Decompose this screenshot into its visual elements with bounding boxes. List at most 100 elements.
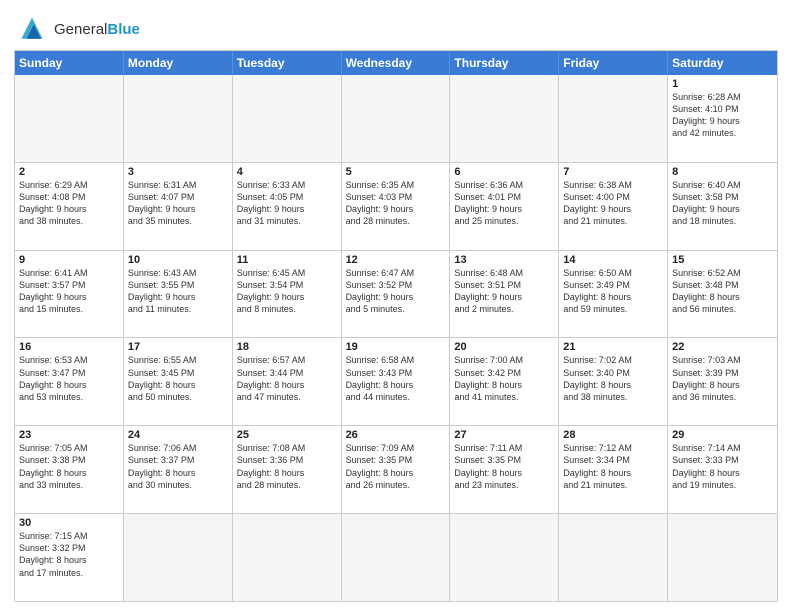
calendar-cell <box>668 514 777 601</box>
day-info: Sunrise: 7:14 AM Sunset: 3:33 PM Dayligh… <box>672 442 773 491</box>
day-number: 13 <box>454 254 554 266</box>
calendar-cell: 16Sunrise: 6:53 AM Sunset: 3:47 PM Dayli… <box>15 338 124 425</box>
calendar-cell: 11Sunrise: 6:45 AM Sunset: 3:54 PM Dayli… <box>233 251 342 338</box>
day-info: Sunrise: 7:12 AM Sunset: 3:34 PM Dayligh… <box>563 442 663 491</box>
calendar-week-2: 2Sunrise: 6:29 AM Sunset: 4:08 PM Daylig… <box>15 162 777 250</box>
calendar-cell: 3Sunrise: 6:31 AM Sunset: 4:07 PM Daylig… <box>124 163 233 250</box>
day-info: Sunrise: 6:41 AM Sunset: 3:57 PM Dayligh… <box>19 267 119 316</box>
calendar-cell <box>342 514 451 601</box>
day-number: 15 <box>672 254 773 266</box>
day-info: Sunrise: 6:38 AM Sunset: 4:00 PM Dayligh… <box>563 179 663 228</box>
day-info: Sunrise: 6:50 AM Sunset: 3:49 PM Dayligh… <box>563 267 663 316</box>
day-number: 30 <box>19 517 119 529</box>
calendar-cell: 27Sunrise: 7:11 AM Sunset: 3:35 PM Dayli… <box>450 426 559 513</box>
day-number: 11 <box>237 254 337 266</box>
day-number: 4 <box>237 166 337 178</box>
day-number: 26 <box>346 429 446 441</box>
header-thursday: Thursday <box>450 51 559 75</box>
day-info: Sunrise: 6:36 AM Sunset: 4:01 PM Dayligh… <box>454 179 554 228</box>
day-number: 5 <box>346 166 446 178</box>
calendar-cell: 18Sunrise: 6:57 AM Sunset: 3:44 PM Dayli… <box>233 338 342 425</box>
day-info: Sunrise: 6:33 AM Sunset: 4:05 PM Dayligh… <box>237 179 337 228</box>
calendar-cell: 19Sunrise: 6:58 AM Sunset: 3:43 PM Dayli… <box>342 338 451 425</box>
day-info: Sunrise: 6:48 AM Sunset: 3:51 PM Dayligh… <box>454 267 554 316</box>
calendar-cell: 25Sunrise: 7:08 AM Sunset: 3:36 PM Dayli… <box>233 426 342 513</box>
day-number: 22 <box>672 341 773 353</box>
logo-text: GeneralBlue <box>54 21 140 38</box>
day-number: 18 <box>237 341 337 353</box>
calendar-cell: 22Sunrise: 7:03 AM Sunset: 3:39 PM Dayli… <box>668 338 777 425</box>
calendar-cell: 23Sunrise: 7:05 AM Sunset: 3:38 PM Dayli… <box>15 426 124 513</box>
day-info: Sunrise: 6:29 AM Sunset: 4:08 PM Dayligh… <box>19 179 119 228</box>
header-tuesday: Tuesday <box>233 51 342 75</box>
calendar: Sunday Monday Tuesday Wednesday Thursday… <box>14 50 778 602</box>
header-saturday: Saturday <box>668 51 777 75</box>
calendar-cell: 9Sunrise: 6:41 AM Sunset: 3:57 PM Daylig… <box>15 251 124 338</box>
calendar-cell: 21Sunrise: 7:02 AM Sunset: 3:40 PM Dayli… <box>559 338 668 425</box>
calendar-week-5: 23Sunrise: 7:05 AM Sunset: 3:38 PM Dayli… <box>15 425 777 513</box>
calendar-cell: 30Sunrise: 7:15 AM Sunset: 3:32 PM Dayli… <box>15 514 124 601</box>
day-info: Sunrise: 6:28 AM Sunset: 4:10 PM Dayligh… <box>672 91 773 140</box>
day-info: Sunrise: 6:55 AM Sunset: 3:45 PM Dayligh… <box>128 354 228 403</box>
day-number: 29 <box>672 429 773 441</box>
calendar-cell <box>124 514 233 601</box>
header: GeneralBlue <box>14 10 778 44</box>
day-number: 6 <box>454 166 554 178</box>
day-number: 12 <box>346 254 446 266</box>
calendar-cell: 12Sunrise: 6:47 AM Sunset: 3:52 PM Dayli… <box>342 251 451 338</box>
generalblue-logo-icon <box>14 14 50 44</box>
day-info: Sunrise: 6:35 AM Sunset: 4:03 PM Dayligh… <box>346 179 446 228</box>
day-number: 14 <box>563 254 663 266</box>
day-info: Sunrise: 6:47 AM Sunset: 3:52 PM Dayligh… <box>346 267 446 316</box>
calendar-cell <box>233 514 342 601</box>
day-info: Sunrise: 7:08 AM Sunset: 3:36 PM Dayligh… <box>237 442 337 491</box>
day-number: 21 <box>563 341 663 353</box>
logo: GeneralBlue <box>14 14 140 44</box>
calendar-cell: 6Sunrise: 6:36 AM Sunset: 4:01 PM Daylig… <box>450 163 559 250</box>
header-friday: Friday <box>559 51 668 75</box>
header-sunday: Sunday <box>15 51 124 75</box>
calendar-cell <box>233 75 342 162</box>
day-number: 25 <box>237 429 337 441</box>
day-info: Sunrise: 7:15 AM Sunset: 3:32 PM Dayligh… <box>19 530 119 579</box>
day-info: Sunrise: 7:06 AM Sunset: 3:37 PM Dayligh… <box>128 442 228 491</box>
day-info: Sunrise: 6:57 AM Sunset: 3:44 PM Dayligh… <box>237 354 337 403</box>
calendar-cell: 17Sunrise: 6:55 AM Sunset: 3:45 PM Dayli… <box>124 338 233 425</box>
calendar-cell: 15Sunrise: 6:52 AM Sunset: 3:48 PM Dayli… <box>668 251 777 338</box>
header-monday: Monday <box>124 51 233 75</box>
calendar-cell: 26Sunrise: 7:09 AM Sunset: 3:35 PM Dayli… <box>342 426 451 513</box>
calendar-cell: 24Sunrise: 7:06 AM Sunset: 3:37 PM Dayli… <box>124 426 233 513</box>
calendar-cell: 20Sunrise: 7:00 AM Sunset: 3:42 PM Dayli… <box>450 338 559 425</box>
calendar-week-4: 16Sunrise: 6:53 AM Sunset: 3:47 PM Dayli… <box>15 337 777 425</box>
calendar-week-1: 1Sunrise: 6:28 AM Sunset: 4:10 PM Daylig… <box>15 75 777 162</box>
calendar-cell: 7Sunrise: 6:38 AM Sunset: 4:00 PM Daylig… <box>559 163 668 250</box>
day-info: Sunrise: 6:58 AM Sunset: 3:43 PM Dayligh… <box>346 354 446 403</box>
calendar-cell <box>124 75 233 162</box>
calendar-cell <box>559 75 668 162</box>
day-info: Sunrise: 7:11 AM Sunset: 3:35 PM Dayligh… <box>454 442 554 491</box>
day-number: 7 <box>563 166 663 178</box>
calendar-cell <box>450 514 559 601</box>
page: GeneralBlue Sunday Monday Tuesday Wednes… <box>0 0 792 612</box>
day-number: 27 <box>454 429 554 441</box>
header-wednesday: Wednesday <box>342 51 451 75</box>
day-info: Sunrise: 7:03 AM Sunset: 3:39 PM Dayligh… <box>672 354 773 403</box>
day-number: 17 <box>128 341 228 353</box>
day-number: 20 <box>454 341 554 353</box>
day-info: Sunrise: 6:52 AM Sunset: 3:48 PM Dayligh… <box>672 267 773 316</box>
calendar-cell: 5Sunrise: 6:35 AM Sunset: 4:03 PM Daylig… <box>342 163 451 250</box>
day-number: 9 <box>19 254 119 266</box>
calendar-cell <box>450 75 559 162</box>
day-info: Sunrise: 6:43 AM Sunset: 3:55 PM Dayligh… <box>128 267 228 316</box>
day-number: 3 <box>128 166 228 178</box>
calendar-cell: 14Sunrise: 6:50 AM Sunset: 3:49 PM Dayli… <box>559 251 668 338</box>
calendar-body: 1Sunrise: 6:28 AM Sunset: 4:10 PM Daylig… <box>15 75 777 601</box>
calendar-cell: 1Sunrise: 6:28 AM Sunset: 4:10 PM Daylig… <box>668 75 777 162</box>
day-info: Sunrise: 7:05 AM Sunset: 3:38 PM Dayligh… <box>19 442 119 491</box>
day-info: Sunrise: 7:00 AM Sunset: 3:42 PM Dayligh… <box>454 354 554 403</box>
day-info: Sunrise: 6:45 AM Sunset: 3:54 PM Dayligh… <box>237 267 337 316</box>
calendar-cell: 28Sunrise: 7:12 AM Sunset: 3:34 PM Dayli… <box>559 426 668 513</box>
calendar-week-6: 30Sunrise: 7:15 AM Sunset: 3:32 PM Dayli… <box>15 513 777 601</box>
day-number: 24 <box>128 429 228 441</box>
calendar-cell: 10Sunrise: 6:43 AM Sunset: 3:55 PM Dayli… <box>124 251 233 338</box>
